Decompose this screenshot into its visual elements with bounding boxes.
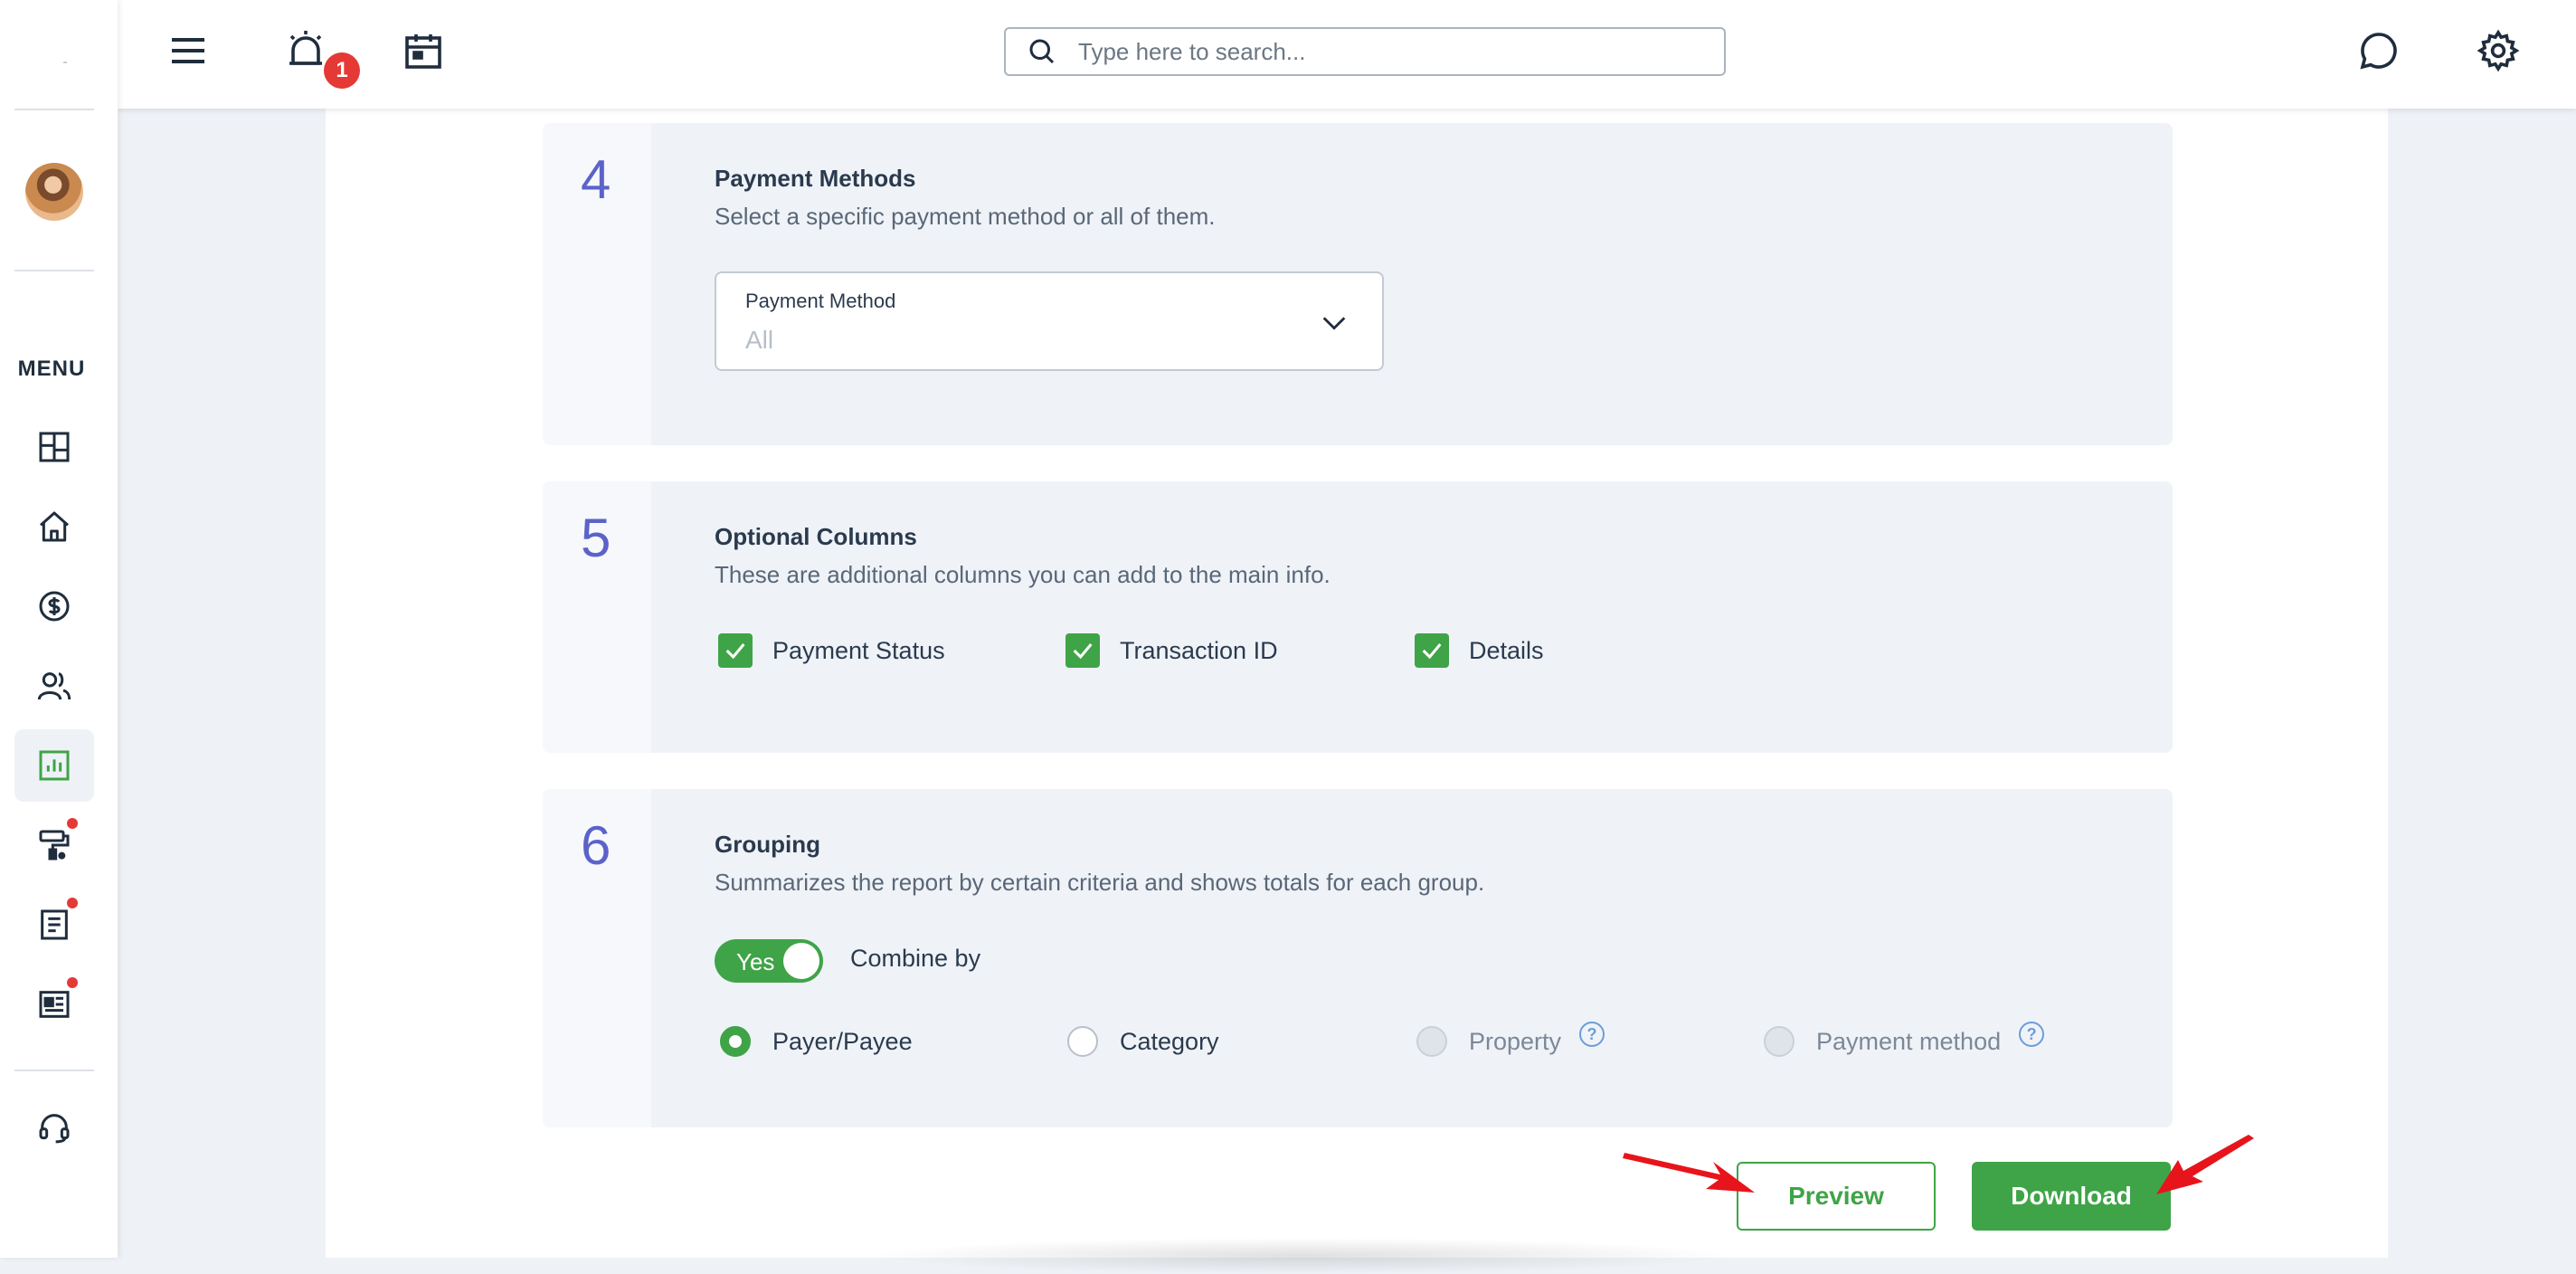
toggle-label: Yes	[736, 948, 775, 975]
checkbox-box[interactable]	[718, 633, 753, 668]
alarm-icon	[289, 31, 322, 65]
reports-chart-icon	[39, 750, 70, 781]
chat-bubble-icon	[2360, 33, 2397, 70]
sidebar-divider	[14, 1070, 94, 1071]
gear-icon	[2477, 29, 2520, 72]
help-icon[interactable]: ?	[1579, 1022, 1605, 1047]
document-icon	[41, 909, 68, 940]
section-number: 6	[581, 815, 611, 876]
news-icon	[39, 991, 70, 1018]
sidebar-item-accounting[interactable]	[14, 570, 94, 642]
sidebar-item-reports[interactable]	[14, 729, 94, 802]
search-input[interactable]	[1076, 36, 1695, 67]
sidebar: MENU	[0, 0, 118, 1258]
radio-label: Category	[1120, 1027, 1219, 1055]
chevron-down-icon	[1322, 317, 1346, 330]
radio-button	[1764, 1026, 1795, 1057]
select-value: All	[745, 326, 774, 354]
checkbox-transaction-id[interactable]: Transaction ID	[1065, 633, 1278, 668]
sidebar-item-leases[interactable]	[14, 889, 94, 961]
headset-icon	[39, 1114, 70, 1144]
radio-label: Payment method	[1816, 1027, 2002, 1055]
radio-button[interactable]	[720, 1026, 751, 1057]
radio-label: Payer/Payee	[772, 1027, 913, 1055]
help-icon[interactable]: ?	[2019, 1022, 2045, 1047]
preview-button[interactable]: Preview	[1737, 1162, 1936, 1231]
paint-roller-icon	[39, 830, 70, 860]
hamburger-icon	[172, 38, 204, 63]
checkbox-payment-status[interactable]: Payment Status	[718, 633, 945, 668]
search-icon	[1029, 39, 1055, 64]
home-icon	[40, 511, 69, 542]
toggle-knob	[783, 943, 819, 979]
notification-dot	[67, 898, 78, 908]
checkbox-label: Details	[1469, 636, 1544, 664]
sidebar-item-support[interactable]	[14, 1091, 94, 1164]
select-label: Payment Method	[745, 290, 896, 312]
section-title: Grouping	[715, 831, 820, 858]
settings-button[interactable]	[2477, 29, 2520, 72]
section-description: Summarizes the report by certain criteri…	[715, 869, 1485, 896]
section-payment-methods: 4 Payment Methods Select a specific paym…	[543, 123, 2173, 445]
search-box[interactable]	[1004, 27, 1726, 76]
notification-dot	[67, 977, 78, 988]
section-grouping: 6 Grouping Summarizes the report by cert…	[543, 789, 2173, 1127]
radio-property: Property ?	[1416, 1022, 1605, 1057]
dollar-icon	[39, 591, 70, 622]
combine-by-label: Combine by	[850, 945, 981, 972]
checkbox-details[interactable]: Details	[1415, 633, 1544, 668]
checkbox-box[interactable]	[1415, 633, 1449, 668]
hamburger-menu-button[interactable]	[166, 29, 210, 72]
dashboard-icon	[39, 432, 70, 462]
sidebar-divider	[14, 109, 94, 110]
radio-payment-method: Payment method ?	[1764, 1022, 2045, 1057]
notification-dot	[67, 818, 78, 829]
section-number: 5	[581, 508, 611, 568]
annotation-arrow-right	[2156, 1135, 2254, 1194]
grouping-toggle[interactable]: Yes	[715, 939, 823, 983]
payment-method-select[interactable]: Payment Method All	[715, 271, 1384, 371]
notification-badge: 1	[324, 52, 360, 89]
section-optional-columns: 5 Optional Columns These are additional …	[543, 481, 2173, 753]
checkbox-box[interactable]	[1065, 633, 1100, 668]
people-icon	[37, 672, 71, 700]
annotation-arrow-left	[1623, 1153, 1755, 1193]
radio-payer-payee[interactable]: Payer/Payee	[720, 1026, 913, 1057]
logo	[63, 62, 67, 63]
radio-category[interactable]: Category	[1067, 1026, 1219, 1057]
checkmark-icon	[1073, 643, 1093, 660]
section-description: These are additional columns you can add…	[715, 561, 1331, 588]
sidebar-item-dashboard[interactable]	[14, 411, 94, 483]
checkbox-label: Transaction ID	[1120, 636, 1278, 664]
floating-shadow	[868, 1238, 1737, 1274]
sidebar-item-listings[interactable]	[14, 968, 94, 1041]
radio-button	[1416, 1026, 1447, 1057]
download-button[interactable]: Download	[1972, 1162, 2171, 1231]
sidebar-item-home[interactable]	[14, 490, 94, 563]
sidebar-divider	[14, 270, 94, 271]
radio-label: Property	[1469, 1027, 1562, 1055]
alerts-button[interactable]: 1	[284, 27, 360, 89]
menu-label: MENU	[17, 357, 86, 381]
sidebar-item-maintenance[interactable]	[14, 809, 94, 881]
section-description: Select a specific payment method or all …	[715, 203, 1216, 230]
calendar-icon	[405, 34, 441, 69]
checkbox-label: Payment Status	[772, 636, 945, 664]
radio-button[interactable]	[1067, 1026, 1098, 1057]
section-title: Optional Columns	[715, 523, 917, 550]
section-number: 4	[581, 149, 611, 210]
calendar-button[interactable]	[402, 29, 445, 72]
chat-button[interactable]	[2357, 29, 2401, 72]
section-title: Payment Methods	[715, 165, 916, 192]
top-header: 1	[118, 0, 2576, 109]
avatar[interactable]	[25, 163, 83, 221]
checkmark-icon	[725, 643, 745, 660]
sidebar-item-people[interactable]	[14, 650, 94, 722]
checkmark-icon	[1422, 643, 1442, 660]
